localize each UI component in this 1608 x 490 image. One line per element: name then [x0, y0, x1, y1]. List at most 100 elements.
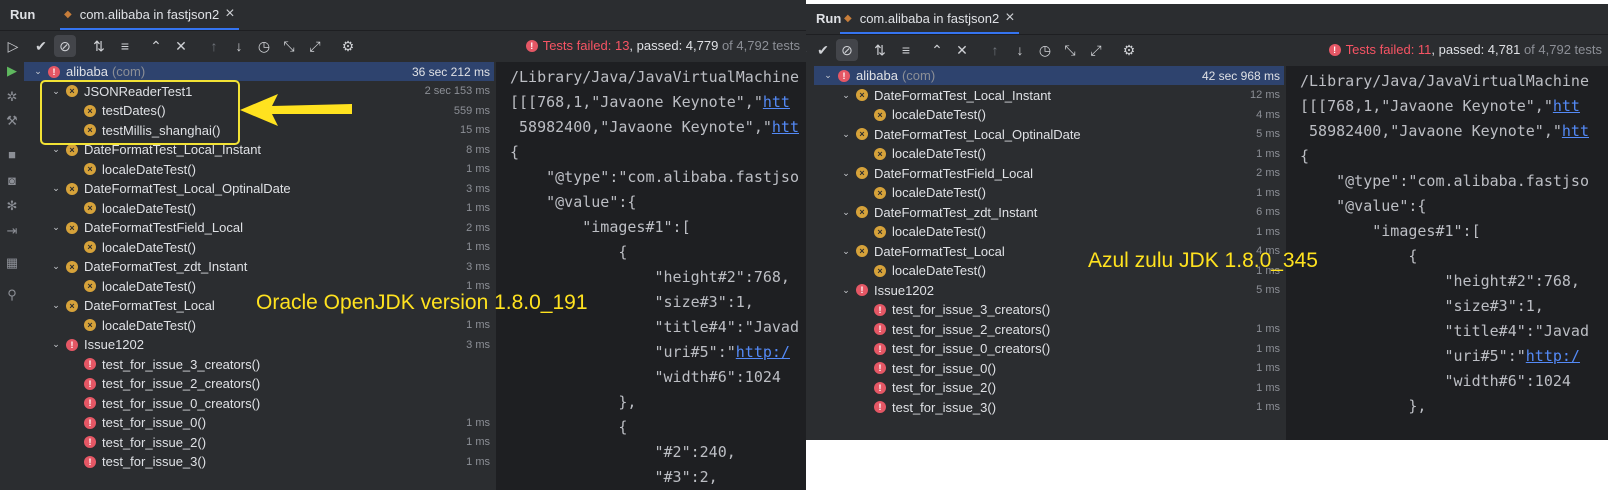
- error-icon: !: [874, 381, 886, 394]
- debug-icon[interactable]: ✲: [3, 88, 21, 106]
- error-icon: !: [84, 455, 96, 468]
- rerun-icon[interactable]: ▷: [2, 35, 24, 57]
- warning-icon: ×: [874, 108, 886, 121]
- previous-failed-icon[interactable]: ↑: [203, 35, 225, 57]
- collapse-all-icon[interactable]: ✕: [170, 35, 192, 57]
- test-class-row[interactable]: ⌄! Issue1202 3 ms: [24, 335, 494, 354]
- run-config-icon: ◆: [844, 12, 852, 24]
- url-link[interactable]: htt: [763, 93, 790, 111]
- chevron-down-icon[interactable]: ⌄: [840, 207, 852, 218]
- chevron-down-icon[interactable]: ⌄: [50, 300, 62, 311]
- chevron-down-icon[interactable]: ⌄: [50, 339, 62, 350]
- sort-by-duration-icon[interactable]: ≡: [895, 39, 917, 61]
- test-method-row[interactable]: × localeDateTest() 1 ms: [814, 183, 1284, 202]
- test-method-row[interactable]: ! test_for_issue_2_creators(): [24, 374, 494, 393]
- url-link[interactable]: http:/: [736, 343, 790, 361]
- test-class-row[interactable]: ⌄ × DateFormatTestField_Local 2 ms: [814, 164, 1284, 183]
- layout-icon[interactable]: ▦: [3, 254, 21, 272]
- expand-all-icon[interactable]: ⌃: [926, 39, 948, 61]
- wrench-icon[interactable]: ⚒: [3, 112, 21, 130]
- test-method-row[interactable]: ! test_for_issue_3_creators(): [814, 300, 1284, 319]
- test-method-row[interactable]: ! test_for_issue_2() 1 ms: [24, 433, 494, 452]
- bug-icon[interactable]: ✻: [3, 197, 21, 215]
- url-link[interactable]: htt: [1562, 122, 1589, 140]
- next-failed-icon[interactable]: ↓: [1009, 39, 1031, 61]
- console-output[interactable]: /Library/Java/JavaVirtualMachine [[[768,1…: [496, 62, 806, 490]
- close-icon[interactable]: ×: [1005, 9, 1014, 27]
- collapse-all-icon[interactable]: ✕: [951, 39, 973, 61]
- test-method-row[interactable]: × localeDateTest() 1 ms: [24, 316, 494, 335]
- chevron-down-icon[interactable]: ⌄: [50, 222, 62, 233]
- tab-run-config[interactable]: ◆ com.alibaba in fastjson2 ×: [840, 4, 1019, 34]
- test-class-row[interactable]: ⌄ × DateFormatTest_Local_OptinalDate 3 ms: [24, 179, 494, 198]
- history-icon[interactable]: ◷: [1034, 39, 1056, 61]
- camera-icon[interactable]: ◙: [3, 172, 21, 190]
- test-method-row[interactable]: ! test_for_issue_3() 1 ms: [814, 398, 1284, 417]
- chevron-down-icon[interactable]: ⌄: [840, 246, 852, 257]
- test-method-row[interactable]: × localeDateTest() 4 ms: [814, 105, 1284, 124]
- settings-icon[interactable]: ⚙: [1118, 39, 1140, 61]
- chevron-down-icon[interactable]: ⌄: [32, 66, 44, 77]
- export-tests-icon[interactable]: ⤢: [1085, 39, 1107, 61]
- duration: 1 ms: [1256, 225, 1280, 238]
- chevron-down-icon[interactable]: ⌄: [50, 183, 62, 194]
- show-ignored-icon[interactable]: ⊘: [54, 35, 76, 57]
- settings-icon[interactable]: ⚙: [337, 35, 359, 57]
- tab-run-config[interactable]: ◆ com.alibaba in fastjson2 ×: [60, 0, 239, 30]
- chevron-down-icon[interactable]: ⌄: [840, 90, 852, 101]
- sort-alphabetically-icon[interactable]: ⇅: [88, 35, 110, 57]
- previous-failed-icon[interactable]: ↑: [984, 39, 1006, 61]
- url-link[interactable]: http:/: [1526, 347, 1580, 365]
- run-icon[interactable]: ▶: [3, 62, 21, 80]
- test-method-row[interactable]: ! test_for_issue_3() 1 ms: [24, 452, 494, 471]
- sort-alphabetically-icon[interactable]: ⇅: [869, 39, 891, 61]
- chevron-down-icon[interactable]: ⌄: [50, 144, 62, 155]
- test-method-row[interactable]: × localeDateTest() 1 ms: [24, 160, 494, 179]
- test-method-row[interactable]: ! test_for_issue_0() 1 ms: [814, 359, 1284, 378]
- import-tests-icon[interactable]: ⤡: [278, 35, 300, 57]
- test-method-row[interactable]: ! test_for_issue_2() 1 ms: [814, 378, 1284, 397]
- console-line: "size#3":1,: [1300, 297, 1544, 315]
- history-icon[interactable]: ◷: [253, 35, 275, 57]
- test-method-row[interactable]: ! test_for_issue_0_creators() 1 ms: [814, 339, 1284, 358]
- expand-all-icon[interactable]: ⌃: [145, 35, 167, 57]
- show-ignored-icon[interactable]: ⊘: [836, 39, 858, 61]
- close-icon[interactable]: ×: [225, 5, 234, 23]
- test-class-row[interactable]: ⌄ × DateFormatTest_zdt_Instant 3 ms: [24, 257, 494, 276]
- test-class-row[interactable]: ⌄ × DateFormatTest_Local_OptinalDate 5 ms: [814, 125, 1284, 144]
- test-method-row[interactable]: × localeDateTest() 1 ms: [814, 222, 1284, 241]
- test-root-row[interactable]: ⌄! alibaba (com) 42 sec 968 ms: [814, 66, 1284, 85]
- console-line: [[[768,1,"Javaone Keynote","htt: [1300, 97, 1580, 115]
- chevron-down-icon[interactable]: ⌄: [50, 261, 62, 272]
- pin-icon[interactable]: ⚲: [3, 286, 21, 304]
- console-output[interactable]: /Library/Java/JavaVirtualMachine [[[768,1…: [1286, 66, 1608, 440]
- export-tests-icon[interactable]: ⤢: [304, 35, 326, 57]
- url-link[interactable]: htt: [1553, 97, 1580, 115]
- test-method-row[interactable]: × localeDateTest() 1 ms: [24, 199, 494, 218]
- import-tests-icon[interactable]: ⤡: [1059, 39, 1081, 61]
- sort-by-duration-icon[interactable]: ≡: [114, 35, 136, 57]
- test-method-row[interactable]: ! test_for_issue_0() 1 ms: [24, 413, 494, 432]
- test-class-row[interactable]: ⌄ × DateFormatTest_Local_Instant 12 ms: [814, 86, 1284, 105]
- chevron-down-icon[interactable]: ⌄: [822, 70, 834, 81]
- test-method-row[interactable]: ! test_for_issue_2_creators() 1 ms: [814, 320, 1284, 339]
- stop-icon[interactable]: ■: [3, 146, 21, 164]
- chevron-down-icon[interactable]: ⌄: [840, 168, 852, 179]
- test-method-row[interactable]: ! test_for_issue_3_creators(): [24, 355, 494, 374]
- error-icon: !: [84, 397, 96, 409]
- next-failed-icon[interactable]: ↓: [228, 35, 250, 57]
- test-method-row[interactable]: ! test_for_issue_0_creators(): [24, 394, 494, 413]
- test-method-row[interactable]: × localeDateTest() 1 ms: [24, 238, 494, 257]
- duration: 1 ms: [466, 241, 490, 253]
- show-passed-icon[interactable]: ✔: [30, 35, 52, 57]
- show-passed-icon[interactable]: ✔: [812, 39, 834, 61]
- chevron-down-icon[interactable]: ⌄: [840, 285, 852, 296]
- test-class-row[interactable]: ⌄ × DateFormatTest_zdt_Instant 6 ms: [814, 203, 1284, 222]
- url-link[interactable]: htt: [772, 118, 799, 136]
- chevron-down-icon[interactable]: ⌄: [840, 129, 852, 140]
- test-method-row[interactable]: × localeDateTest() 1 ms: [814, 144, 1284, 163]
- exit-icon[interactable]: ⇥: [3, 222, 21, 240]
- test-root-row[interactable]: ⌄! alibaba (com) 36 sec 212 ms: [24, 62, 494, 81]
- test-class-row[interactable]: ⌄! Issue1202 5 ms: [814, 281, 1284, 300]
- test-class-row[interactable]: ⌄ × DateFormatTestField_Local 2 ms: [24, 218, 494, 237]
